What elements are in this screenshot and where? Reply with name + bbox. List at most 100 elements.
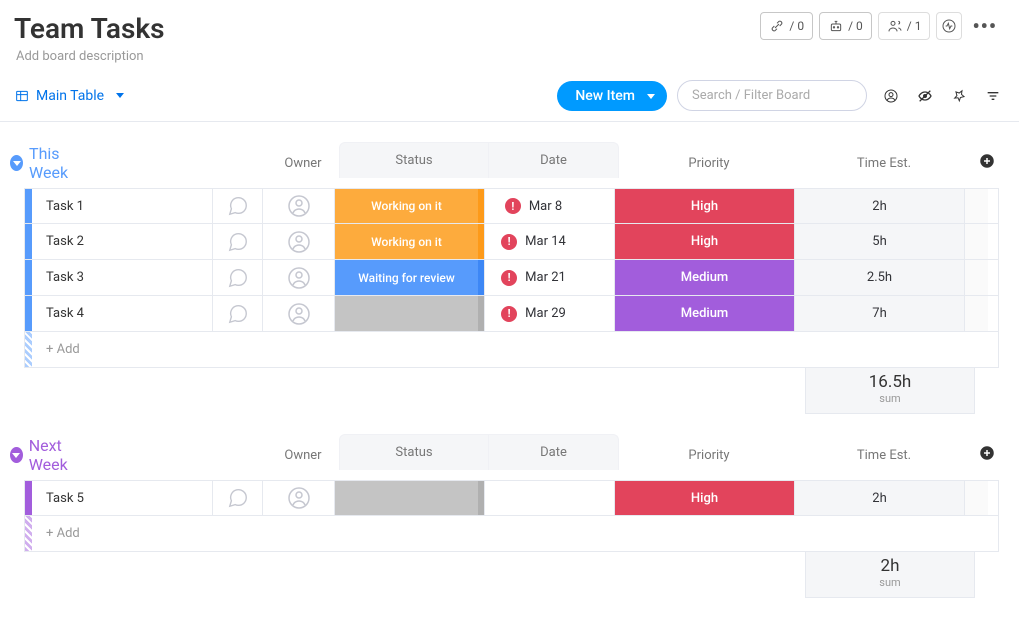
chat-icon[interactable] bbox=[212, 260, 262, 295]
date-cell[interactable]: !Mar 14 bbox=[484, 224, 614, 259]
add-column-button[interactable] bbox=[969, 152, 1005, 175]
date-cell[interactable]: !Mar 29 bbox=[484, 296, 614, 331]
row-color-bar bbox=[25, 332, 32, 367]
chevron-down-icon bbox=[116, 93, 124, 98]
row-color-bar bbox=[25, 481, 32, 515]
chat-icon[interactable] bbox=[212, 189, 262, 223]
time-est-cell[interactable]: 5h bbox=[794, 224, 964, 259]
column-header-status[interactable]: Status bbox=[339, 434, 489, 470]
view-selector[interactable]: Main Table bbox=[14, 88, 124, 104]
table-row[interactable]: Task 2 Working on it!Mar 14High5h bbox=[24, 224, 999, 260]
owner-cell[interactable] bbox=[262, 296, 334, 331]
column-header-priority[interactable]: Priority bbox=[619, 448, 799, 463]
automations-badge[interactable]: / 0 bbox=[819, 12, 872, 40]
owner-cell[interactable] bbox=[262, 224, 334, 259]
members-count: / 1 bbox=[907, 19, 922, 33]
add-item-row[interactable]: + Add bbox=[24, 516, 999, 552]
item-name[interactable]: Task 4 bbox=[32, 296, 212, 331]
column-header-owner[interactable]: Owner bbox=[267, 156, 339, 171]
row-spacer bbox=[964, 296, 988, 331]
status-cell[interactable]: Waiting for review bbox=[334, 260, 484, 295]
row-color-bar bbox=[25, 224, 32, 259]
filter-icon[interactable] bbox=[985, 88, 1001, 104]
overdue-icon: ! bbox=[505, 198, 521, 214]
integrations-badge[interactable]: / 0 bbox=[760, 12, 813, 40]
time-est-cell[interactable]: 2h bbox=[794, 481, 964, 515]
overdue-icon: ! bbox=[501, 306, 517, 322]
column-header-date[interactable]: Date bbox=[489, 434, 619, 470]
item-name[interactable]: Task 1 bbox=[32, 189, 212, 223]
status-cell[interactable]: Working on it bbox=[334, 224, 484, 259]
overdue-icon: ! bbox=[501, 270, 517, 286]
item-name[interactable]: Task 5 bbox=[32, 481, 212, 515]
status-cell[interactable] bbox=[334, 481, 484, 515]
view-label: Main Table bbox=[36, 88, 104, 104]
board-description[interactable]: Add board description bbox=[0, 49, 1019, 72]
members-badge[interactable]: / 1 bbox=[878, 12, 931, 40]
row-color-bar bbox=[25, 189, 32, 223]
owner-cell[interactable] bbox=[262, 260, 334, 295]
row-color-bar bbox=[25, 260, 32, 295]
table-row[interactable]: Task 1 Working on it!Mar 8High2h bbox=[24, 188, 999, 224]
time-est-cell[interactable]: 7h bbox=[794, 296, 964, 331]
table-row[interactable]: Task 5 High2h bbox=[24, 480, 999, 516]
people-icon bbox=[887, 18, 903, 34]
activity-icon bbox=[941, 18, 957, 34]
automations-count: / 0 bbox=[848, 19, 863, 33]
row-spacer bbox=[964, 260, 988, 295]
item-name[interactable]: Task 3 bbox=[32, 260, 212, 295]
date-cell[interactable]: !Mar 21 bbox=[484, 260, 614, 295]
chat-icon[interactable] bbox=[212, 296, 262, 331]
new-item-button[interactable]: New Item bbox=[557, 81, 667, 111]
status-cell[interactable] bbox=[334, 296, 484, 331]
priority-cell[interactable]: Medium bbox=[614, 296, 794, 331]
time-sum-cell: 2hsum bbox=[805, 552, 975, 598]
chat-icon[interactable] bbox=[212, 481, 262, 515]
table-icon bbox=[14, 88, 30, 104]
collapse-icon[interactable] bbox=[10, 155, 23, 171]
integrations-count: / 0 bbox=[789, 19, 804, 33]
column-header-time[interactable]: Time Est. bbox=[799, 448, 969, 463]
add-column-button[interactable] bbox=[969, 444, 1005, 467]
column-header-status[interactable]: Status bbox=[339, 142, 489, 178]
collapse-icon[interactable] bbox=[10, 447, 23, 463]
plug-icon bbox=[769, 18, 785, 34]
row-spacer bbox=[964, 224, 988, 259]
person-filter-icon[interactable] bbox=[883, 88, 899, 104]
column-header-date[interactable]: Date bbox=[489, 142, 619, 178]
priority-cell[interactable]: Medium bbox=[614, 260, 794, 295]
hide-icon[interactable] bbox=[917, 88, 933, 104]
add-item-row[interactable]: + Add bbox=[24, 332, 999, 368]
priority-cell[interactable]: High bbox=[614, 224, 794, 259]
time-sum-cell: 16.5hsum bbox=[805, 368, 975, 414]
group-title[interactable]: This Week bbox=[29, 144, 89, 182]
owner-cell[interactable] bbox=[262, 481, 334, 515]
priority-cell[interactable]: High bbox=[614, 189, 794, 223]
row-spacer bbox=[964, 481, 988, 515]
column-header-priority[interactable]: Priority bbox=[619, 156, 799, 171]
row-color-bar bbox=[25, 516, 32, 551]
date-cell[interactable]: !Mar 8 bbox=[484, 189, 614, 223]
table-row[interactable]: Task 4 !Mar 29Medium7h bbox=[24, 296, 999, 332]
status-cell[interactable]: Working on it bbox=[334, 189, 484, 223]
column-header-time[interactable]: Time Est. bbox=[799, 156, 969, 171]
row-spacer bbox=[964, 189, 988, 223]
item-name[interactable]: Task 2 bbox=[32, 224, 212, 259]
robot-icon bbox=[828, 18, 844, 34]
time-est-cell[interactable]: 2h bbox=[794, 189, 964, 223]
chat-icon[interactable] bbox=[212, 224, 262, 259]
search-input[interactable] bbox=[677, 80, 867, 111]
date-cell[interactable] bbox=[484, 481, 614, 515]
time-est-cell[interactable]: 2.5h bbox=[794, 260, 964, 295]
more-menu-button[interactable]: ••• bbox=[968, 14, 1001, 38]
group-title[interactable]: Next Week bbox=[29, 436, 89, 474]
table-row[interactable]: Task 3 Waiting for review!Mar 21Medium2.5… bbox=[24, 260, 999, 296]
pin-icon[interactable] bbox=[951, 88, 967, 104]
column-header-owner[interactable]: Owner bbox=[267, 448, 339, 463]
overdue-icon: ! bbox=[501, 234, 517, 250]
header-actions: / 0 / 0 / 1 ••• bbox=[760, 12, 1001, 40]
page-title[interactable]: Team Tasks bbox=[14, 12, 165, 45]
priority-cell[interactable]: High bbox=[614, 481, 794, 515]
owner-cell[interactable] bbox=[262, 189, 334, 223]
activity-button[interactable] bbox=[936, 12, 962, 40]
